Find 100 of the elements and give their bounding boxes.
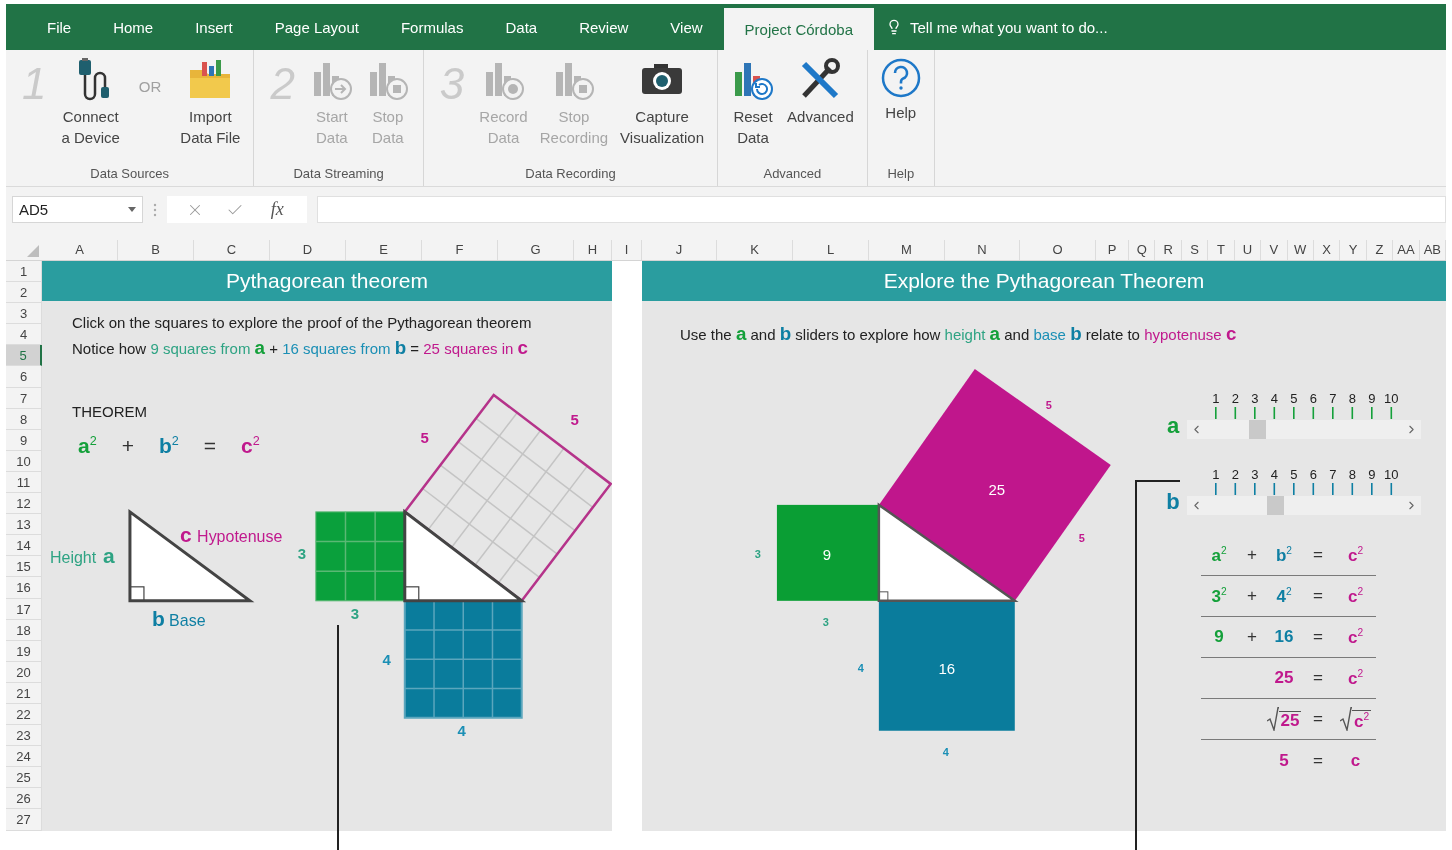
column-header[interactable]: D: [270, 240, 346, 260]
ribbon-tab[interactable]: Insert: [174, 4, 254, 50]
column-header[interactable]: L: [793, 240, 869, 260]
equation-term: 16: [1274, 627, 1294, 647]
column-header[interactable]: Y: [1340, 240, 1367, 260]
side-length-label: 5: [420, 428, 429, 446]
equation-term: a$^{2}$: [1211, 544, 1227, 566]
insert-function-button[interactable]: fx: [266, 199, 288, 220]
column-header[interactable]: O: [1020, 240, 1096, 260]
column-header[interactable]: C: [194, 240, 270, 260]
grip-icon: [153, 203, 157, 217]
tick-mark: [1234, 483, 1237, 495]
column-header[interactable]: N: [945, 240, 1020, 260]
tick-mark: [1312, 407, 1315, 419]
import-data-button[interactable]: Import Data File: [177, 56, 244, 150]
column-header[interactable]: B: [118, 240, 194, 260]
column-header[interactable]: U: [1234, 240, 1262, 260]
connect-device-button[interactable]: Connect a Device: [58, 56, 123, 150]
ribbon-tab[interactable]: File: [26, 4, 93, 50]
reset-data-button[interactable]: Reset Data: [728, 56, 779, 150]
equation-term: a$^{2}$: [78, 434, 97, 458]
equation-term: 25: [1274, 668, 1294, 688]
tick-mark: [1254, 483, 1256, 495]
column-header[interactable]: X: [1313, 240, 1341, 260]
column-header[interactable]: F: [422, 240, 498, 260]
column-header[interactable]: H: [574, 240, 612, 260]
column-header[interactable]: Z: [1366, 240, 1394, 260]
column-header[interactable]: P: [1096, 240, 1129, 260]
name-box[interactable]: AD5: [12, 196, 143, 223]
column-header[interactable]: Q: [1129, 240, 1156, 260]
ribbon-tab[interactable]: Project Córdoba: [723, 8, 874, 50]
equation-term: +: [1247, 627, 1257, 647]
column-header[interactable]: K: [717, 240, 793, 260]
side-length-label: 3: [350, 604, 359, 622]
column-header[interactable]: G: [498, 240, 574, 260]
advanced-button[interactable]: Advanced: [784, 56, 857, 129]
ribbon-tab[interactable]: Page Layout: [253, 4, 380, 50]
ribbon-tab[interactable]: Data: [484, 4, 559, 50]
caret-icon[interactable]: [128, 207, 136, 212]
capture-visualization-button[interactable]: Capture Visualization: [617, 56, 708, 150]
column-header[interactable]: J: [642, 240, 717, 260]
hypotenuse-label: Hypotenuse: [197, 527, 283, 545]
column-header[interactable]: R: [1155, 240, 1182, 260]
ribbon-tab[interactable]: View: [649, 4, 724, 50]
equation-term: 25: [1278, 711, 1302, 731]
medium-square-grid[interactable]: [403, 599, 523, 719]
equation-term: +: [1247, 586, 1257, 606]
slider-track[interactable]: [1187, 420, 1421, 439]
tick-label: 2: [1230, 391, 1240, 406]
equation-term: =: [203, 434, 217, 458]
tick-label: 2: [1230, 467, 1240, 482]
equation-term: c$^{2}$: [241, 434, 260, 458]
area-label: 25: [988, 480, 1006, 498]
tick-label: 1: [1211, 391, 1221, 406]
column-header[interactable]: A: [42, 240, 118, 260]
column-header[interactable]: M: [869, 240, 945, 260]
column-header[interactable]: V: [1261, 240, 1288, 260]
column-header[interactable]: W: [1287, 240, 1314, 260]
tick-mark: [1293, 483, 1295, 495]
slider-thumb[interactable]: [1248, 420, 1266, 439]
equation-term: =: [1313, 750, 1323, 771]
instruction-text: Click on the squares to explore the proof of the Pythagorean theorem: [72, 314, 532, 331]
tick-mark: [1215, 407, 1217, 419]
slider-thumb[interactable]: [1267, 496, 1285, 515]
help-button[interactable]: Help: [877, 56, 924, 125]
row-header[interactable]: 5: [6, 345, 42, 367]
column-header[interactable]: E: [346, 240, 422, 260]
ribbon-tab[interactable]: Formulas: [379, 4, 485, 50]
formula-input[interactable]: [317, 196, 1446, 223]
tick-label: 10: [1383, 467, 1400, 482]
ribbon-tab[interactable]: Home: [92, 4, 175, 50]
tick-label: 3: [1250, 391, 1260, 406]
tick-mark: [1332, 483, 1334, 495]
side-length-label: 5: [570, 410, 579, 428]
tick-mark: [1215, 483, 1217, 495]
column-header[interactable]: AA: [1393, 240, 1420, 260]
small-square-grid[interactable]: [315, 511, 406, 602]
group-label: Help: [886, 166, 916, 183]
tick-label: 8: [1347, 391, 1357, 406]
ribbon-tab[interactable]: Review: [558, 4, 650, 50]
tick-label: 4: [1269, 467, 1279, 482]
column-header[interactable]: I: [612, 240, 642, 260]
tick-label: 9: [1367, 467, 1377, 482]
column-header[interactable]: T: [1208, 240, 1235, 260]
equation-term: c: [1350, 750, 1361, 771]
tick-mark: [1273, 407, 1276, 419]
slider-track[interactable]: [1187, 496, 1421, 515]
equation-term: =: [1313, 545, 1323, 565]
side-length-label: 4: [857, 661, 864, 674]
column-header[interactable]: AB: [1419, 240, 1447, 260]
equation-term: c$^{2}$: [1347, 626, 1364, 648]
tell-me-field[interactable]: Tell me what you want to do...: [908, 17, 1148, 37]
tick-mark: [1390, 407, 1393, 419]
equation-term: 5: [1279, 750, 1289, 771]
tick-label: 3: [1250, 467, 1260, 482]
select-all-icon[interactable]: [27, 245, 39, 257]
tick-label: 4: [1269, 391, 1279, 406]
column-header[interactable]: S: [1181, 240, 1209, 260]
equation-term: =: [1313, 586, 1323, 606]
equation-term: c$^{2}$: [1347, 667, 1364, 689]
